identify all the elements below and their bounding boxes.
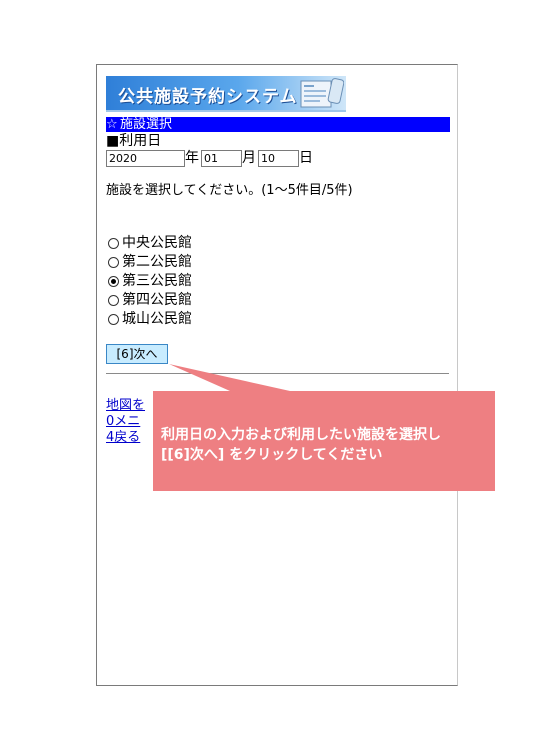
facility-option[interactable]: 城山公民館 [108, 310, 192, 329]
month-input[interactable] [201, 150, 242, 167]
instruction-text: 施設を選択してください。(1〜5件目/5件) [106, 183, 353, 198]
facility-option[interactable]: 第二公民館 [108, 253, 192, 272]
instruction-callout: 利用日の入力および利用したい施設を選択し [[6]次へ] をクリックしてください [153, 391, 495, 491]
footer-links: 地図を 0メニ 4戻る [106, 398, 145, 446]
back-link[interactable]: 4戻る [106, 430, 145, 446]
facility-label: 中央公民館 [122, 235, 192, 251]
facility-radio-list: 中央公民館 第二公民館 第三公民館 第四公民館 城山公民館 [108, 234, 192, 329]
radio-button[interactable] [108, 295, 119, 306]
facility-label: 第二公民館 [122, 254, 192, 270]
day-input[interactable] [258, 150, 299, 167]
callout-line-2: [[6]次へ] をクリックしてください [161, 447, 383, 463]
day-unit: 日 [299, 150, 313, 166]
callout-text: 利用日の入力および利用したい施設を選択し [[6]次へ] をクリックしてください [161, 425, 441, 465]
facility-option[interactable]: 第四公民館 [108, 291, 192, 310]
facility-label: 城山公民館 [122, 311, 192, 327]
radio-button[interactable] [108, 257, 119, 268]
year-input[interactable] [106, 150, 185, 167]
facility-option[interactable]: 第三公民館 [108, 272, 192, 291]
radio-button[interactable] [108, 314, 119, 325]
facility-label: 第三公民館 [122, 273, 192, 289]
month-unit: 月 [242, 150, 256, 166]
next-button[interactable]: [6]次へ [106, 344, 168, 364]
usage-date-label: ■利用日 [106, 133, 162, 149]
map-link[interactable]: 地図を [106, 398, 145, 414]
section-title: 施設選択 [120, 117, 173, 132]
banner-title: 公共施設予約システム [118, 87, 298, 107]
star-icon: ☆ [106, 117, 118, 132]
callout-line-1: 利用日の入力および利用したい施設を選択し [161, 427, 441, 443]
year-unit: 年 [185, 150, 199, 166]
radio-button[interactable] [108, 276, 119, 287]
divider [106, 373, 449, 374]
menu-link[interactable]: 0メニ [106, 414, 145, 430]
facility-option[interactable]: 中央公民館 [108, 234, 192, 253]
radio-button[interactable] [108, 238, 119, 249]
facility-label: 第四公民館 [122, 292, 192, 308]
section-header-bar: ☆ 施設選択 [106, 117, 450, 132]
form-document-icon [300, 78, 344, 108]
